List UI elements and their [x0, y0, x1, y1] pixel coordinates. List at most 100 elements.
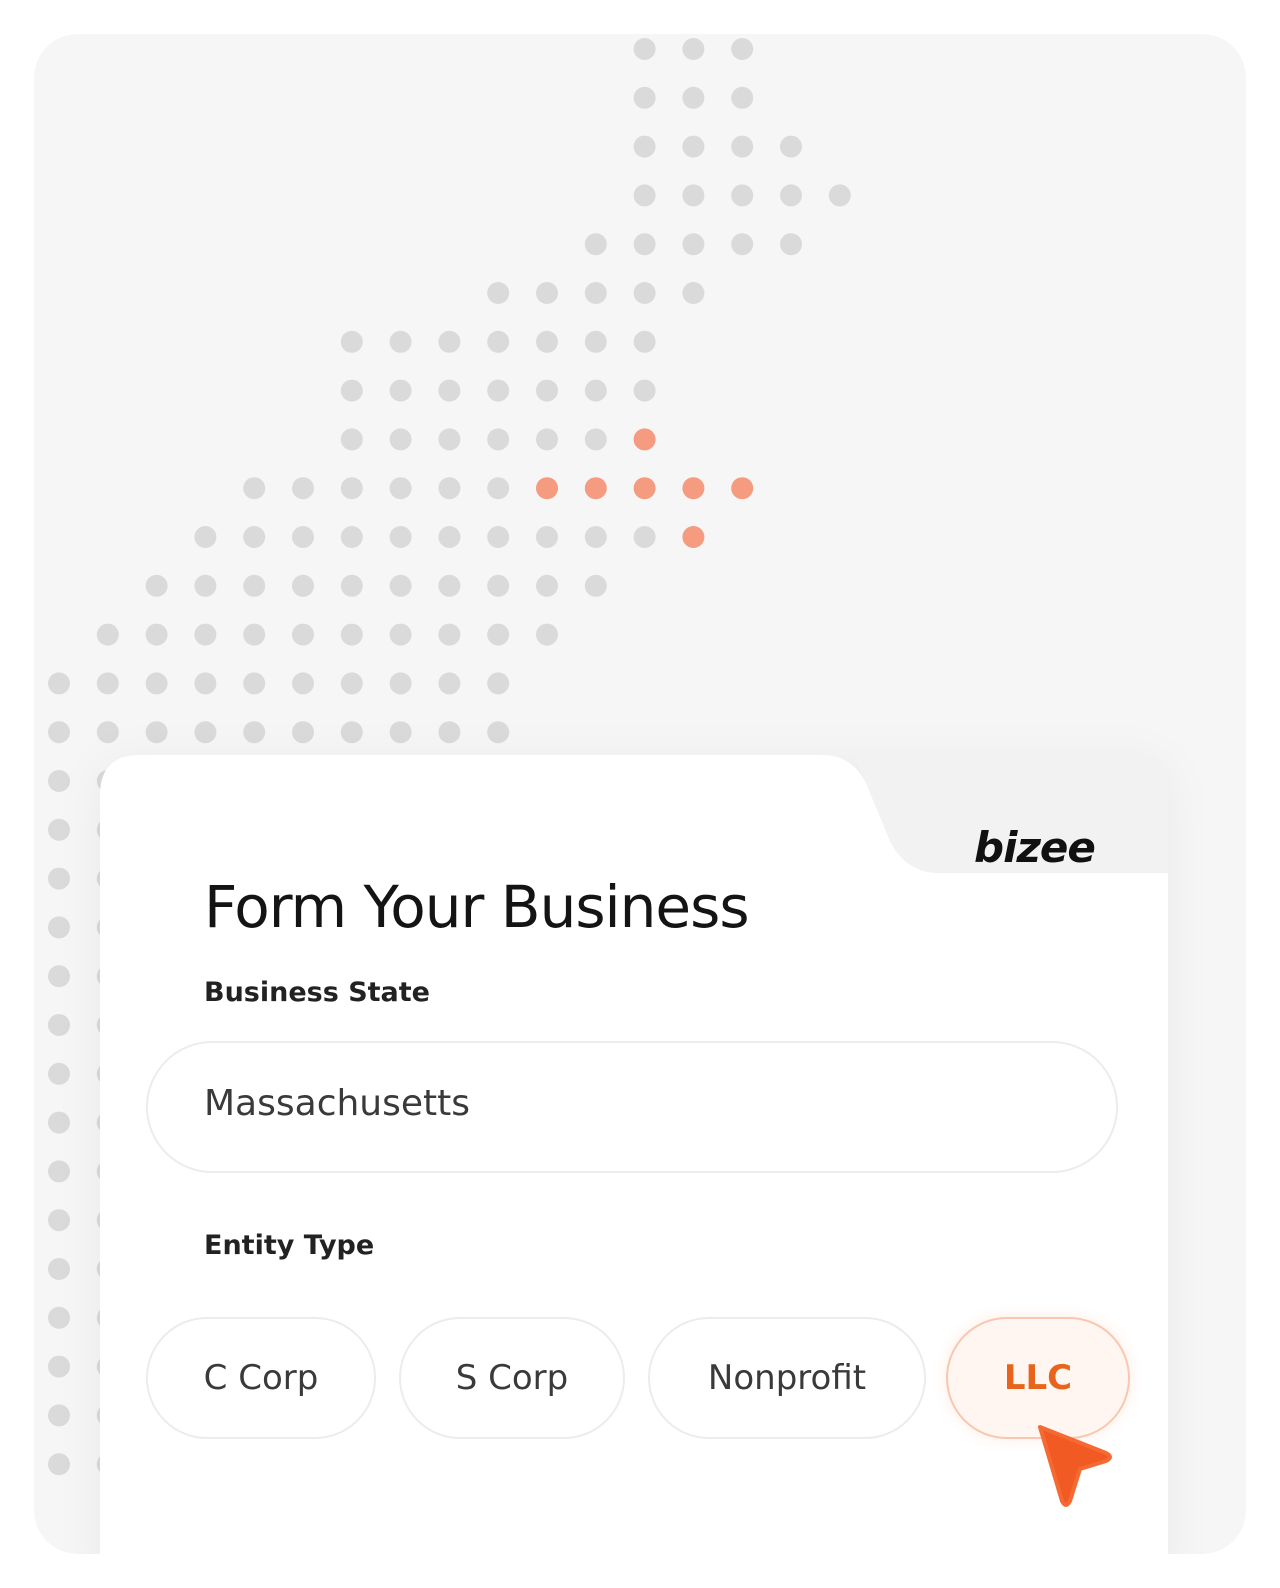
- map-dot: [487, 672, 510, 695]
- map-dot-highlighted: [682, 477, 705, 500]
- map-dot: [487, 574, 510, 597]
- map-dot: [731, 184, 754, 207]
- map-dot: [487, 379, 510, 402]
- map-dot: [633, 330, 656, 353]
- map-dot: [487, 623, 510, 646]
- map-dot: [48, 1209, 70, 1232]
- map-dot: [48, 1453, 70, 1476]
- map-dot: [731, 86, 754, 109]
- map-dot: [682, 135, 705, 158]
- map-dot: [340, 428, 363, 451]
- map-dot: [48, 867, 70, 890]
- map-dot: [633, 38, 656, 60]
- map-dot: [48, 1160, 70, 1183]
- bizee-logo[interactable]: bizee: [974, 823, 1096, 872]
- map-dot: [292, 526, 314, 548]
- map-dot: [584, 233, 607, 256]
- map-dot: [96, 672, 119, 695]
- map-dot: [48, 1111, 70, 1134]
- map-dot: [48, 721, 70, 744]
- map-dot: [536, 623, 558, 646]
- map-dot: [340, 672, 363, 695]
- map-dot: [828, 184, 851, 207]
- map-dot: [194, 672, 217, 695]
- map-dot: [389, 330, 412, 353]
- map-dot: [243, 574, 266, 597]
- map-dot: [584, 574, 607, 597]
- map-dot: [48, 1062, 70, 1085]
- map-dot: [340, 330, 363, 353]
- hero-panel: bizee Form Your Business Business State …: [34, 34, 1246, 1554]
- map-dot: [145, 623, 168, 646]
- map-dot-highlighted: [536, 477, 558, 500]
- map-dot: [145, 574, 168, 597]
- map-dot: [145, 672, 168, 695]
- map-dot: [48, 818, 70, 841]
- map-dot: [48, 1355, 70, 1378]
- map-dot: [389, 623, 412, 646]
- map-dot: [536, 428, 558, 451]
- map-dot: [487, 282, 510, 304]
- map-dot: [438, 574, 461, 597]
- map-dot: [682, 86, 705, 109]
- map-dot: [731, 135, 754, 158]
- business-state-value: Massachusetts: [204, 1083, 471, 1124]
- map-dot: [340, 623, 363, 646]
- map-dot: [340, 721, 363, 744]
- map-dot-highlighted: [584, 477, 607, 500]
- map-dot: [340, 526, 363, 548]
- map-dot: [731, 233, 754, 256]
- map-dot: [780, 233, 802, 256]
- map-dot: [438, 721, 461, 744]
- map-dot: [633, 379, 656, 402]
- business-state-label: Business State: [204, 977, 430, 1008]
- map-dot: [633, 86, 656, 109]
- map-dot: [243, 721, 266, 744]
- map-dot: [340, 379, 363, 402]
- map-dot-highlighted: [682, 526, 705, 548]
- map-dot: [243, 477, 266, 500]
- entity-option-nonprofit[interactable]: Nonprofit: [648, 1317, 926, 1439]
- map-dot: [438, 526, 461, 548]
- map-dot: [438, 477, 461, 500]
- map-dot: [633, 526, 656, 548]
- map-dot: [438, 428, 461, 451]
- map-dot: [243, 526, 266, 548]
- map-dot: [584, 428, 607, 451]
- map-dot: [780, 135, 802, 158]
- map-dot: [340, 574, 363, 597]
- map-dot: [780, 184, 802, 207]
- map-dot: [389, 721, 412, 744]
- map-dot: [292, 623, 314, 646]
- business-state-field[interactable]: Massachusetts: [146, 1041, 1118, 1173]
- map-dot: [487, 526, 510, 548]
- pointer-cursor-icon: [1038, 1425, 1112, 1507]
- map-dot: [584, 526, 607, 548]
- map-dot: [536, 526, 558, 548]
- map-dot: [48, 965, 70, 988]
- map-dot: [145, 721, 168, 744]
- form-card: bizee Form Your Business Business State …: [100, 755, 1202, 1554]
- map-dot: [682, 184, 705, 207]
- map-dot: [731, 38, 754, 60]
- map-dot: [584, 330, 607, 353]
- map-dot: [292, 477, 314, 500]
- map-dot: [438, 623, 461, 646]
- map-dot: [633, 135, 656, 158]
- map-dot: [48, 770, 70, 792]
- map-dot: [536, 379, 558, 402]
- map-dot: [96, 721, 119, 744]
- map-dot: [389, 672, 412, 695]
- entity-type-label: Entity Type: [204, 1230, 375, 1261]
- map-dot: [487, 330, 510, 353]
- map-dot: [194, 721, 217, 744]
- map-dot: [438, 330, 461, 353]
- map-dot: [438, 379, 461, 402]
- map-dot: [487, 428, 510, 451]
- map-dot: [487, 477, 510, 500]
- entity-option-s-corp[interactable]: S Corp: [399, 1317, 625, 1439]
- map-dot: [487, 721, 510, 744]
- map-dot: [292, 672, 314, 695]
- entity-option-c-corp[interactable]: C Corp: [146, 1317, 376, 1439]
- map-dot: [48, 1306, 70, 1329]
